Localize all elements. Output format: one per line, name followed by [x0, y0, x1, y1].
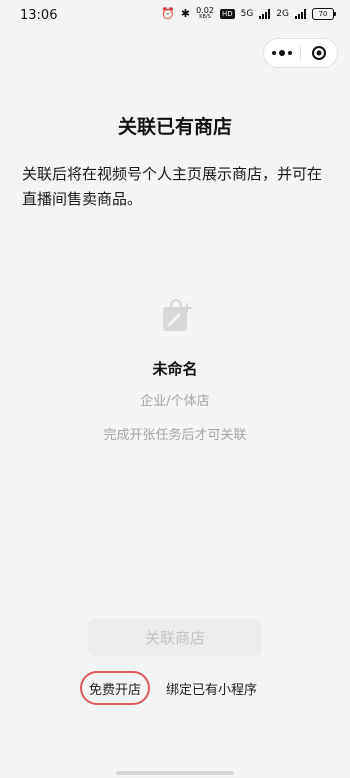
status-bar: 13:06 ⏰ ✱ 0.02 KB/S HD 5G 2G 70	[0, 0, 350, 34]
page-description: 关联后将在视频号个人主页展示商店，并可在直播间售卖商品。	[22, 165, 323, 208]
network-speed: 0.02 KB/S	[196, 6, 214, 21]
target-close-icon	[312, 46, 326, 60]
free-open-store-link[interactable]: 免费开店	[80, 671, 150, 705]
bottom-links: 免费开店 绑定已有小程序	[0, 671, 350, 707]
store-type: 企业/个体店	[140, 394, 210, 409]
battery-icon: 70	[312, 7, 336, 20]
network-speed-value: 0.02	[196, 6, 214, 15]
signal-icon	[259, 8, 271, 19]
network-speed-unit: KB/S	[199, 14, 211, 20]
alarm-icon: ⏰	[161, 6, 175, 20]
network-type-5g: 5G	[240, 8, 254, 19]
screen: 13:06 ⏰ ✱ 0.02 KB/S HD 5G 2G 70 关联已有商店 关…	[0, 0, 350, 778]
bluetooth-icon: ✱	[180, 6, 191, 20]
store-name: 未命名	[152, 360, 198, 378]
store-hint: 完成开张任务后才可关联	[103, 428, 247, 443]
shopping-bag-icon	[163, 298, 192, 331]
network-type-2g: 2G	[276, 8, 289, 19]
close-mini-program-button[interactable]	[301, 39, 337, 67]
link-store-button[interactable]: 关联商店	[88, 619, 262, 656]
capsule-menu	[263, 38, 338, 68]
status-time: 13:06	[20, 8, 58, 23]
status-icons: ⏰ ✱ 0.02 KB/S HD 5G 2G 70	[161, 6, 336, 21]
more-dots-icon	[272, 50, 292, 56]
more-button[interactable]	[264, 39, 300, 67]
bind-mini-program-link[interactable]: 绑定已有小程序	[166, 671, 257, 705]
home-indicator[interactable]	[116, 771, 234, 775]
signal-icon-secondary	[295, 8, 306, 19]
hd-badge: HD	[219, 8, 235, 19]
page-title: 关联已有商店	[117, 116, 232, 138]
